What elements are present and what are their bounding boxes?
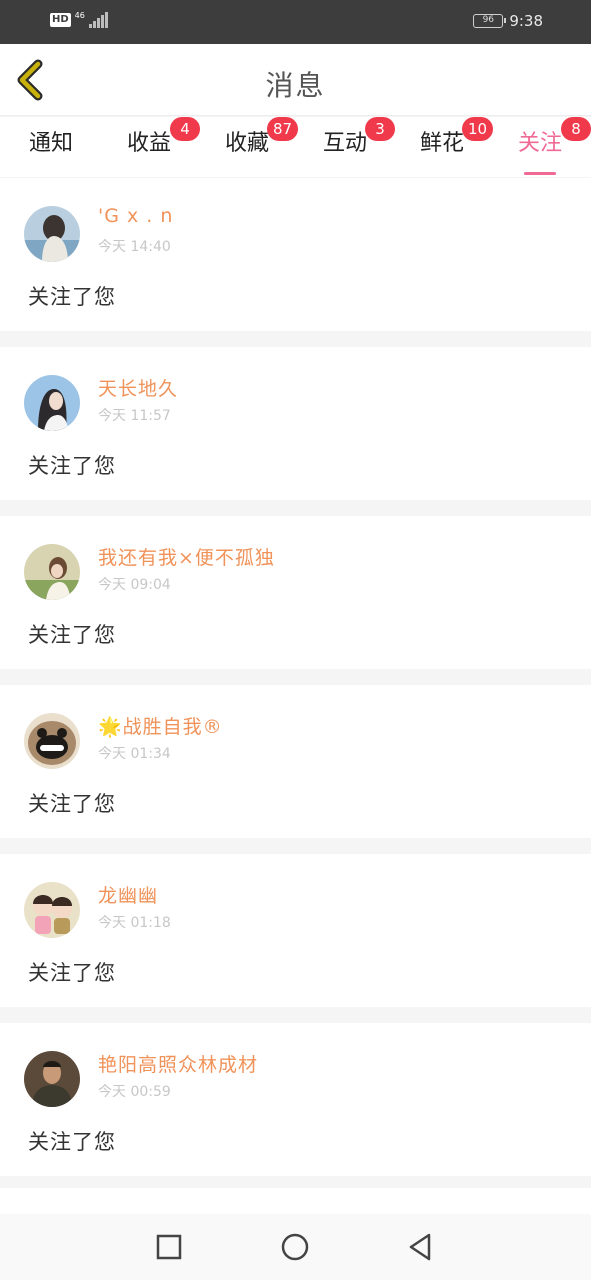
notification-card-partial <box>0 1188 591 1214</box>
notification-text: 关注了您 <box>28 961 116 985</box>
recent-apps-button[interactable] <box>153 1231 185 1263</box>
count-badge: 10 <box>462 117 494 141</box>
timestamp: 今天 01:34 <box>98 746 171 762</box>
avatar-photo-icon <box>24 375 80 431</box>
avatar-cartoon-icon <box>24 882 80 938</box>
notification-text: 关注了您 <box>28 454 116 478</box>
notification-card[interactable]: 我还有我×便不孤独 今天 09:04 关注了您 <box>0 516 591 669</box>
count-badge: 87 <box>267 117 299 141</box>
tab-bar: 通知 收益 4 收藏 87 互动 3 鲜花 10 关注 8 <box>0 117 591 177</box>
notification-card[interactable]: 'G x . n 今天 14:40 关注了您 <box>0 178 591 331</box>
username[interactable]: 'G x . n <box>98 205 173 227</box>
timestamp: 今天 11:57 <box>98 408 171 424</box>
hd-icon: HD <box>50 13 71 27</box>
timestamp: 今天 00:59 <box>98 1084 171 1100</box>
active-tab-indicator <box>524 172 556 175</box>
avatar[interactable] <box>24 206 80 262</box>
timestamp: 今天 09:04 <box>98 577 171 593</box>
username[interactable]: 天长地久 <box>98 374 178 401</box>
notification-card[interactable]: 🌟战胜自我® 今天 01:34 关注了您 <box>0 685 591 838</box>
square-icon <box>156 1234 182 1260</box>
tab-following[interactable]: 关注 8 <box>500 117 591 177</box>
count-badge: 3 <box>365 117 395 141</box>
tab-flowers[interactable]: 鲜花 10 <box>402 117 494 177</box>
count-badge: 8 <box>561 117 591 141</box>
avatar[interactable] <box>24 882 80 938</box>
avatar-pug-icon <box>24 713 80 769</box>
home-button[interactable] <box>279 1231 311 1263</box>
username[interactable]: 🌟战胜自我® <box>98 712 223 739</box>
page-title: 消息 <box>265 69 326 102</box>
notification-text: 关注了您 <box>28 623 116 647</box>
top-bar: 消息 <box>0 44 591 116</box>
tab-favorites[interactable]: 收藏 87 <box>207 117 299 177</box>
avatar[interactable] <box>24 544 80 600</box>
notification-text: 关注了您 <box>28 792 116 816</box>
triangle-back-icon <box>409 1233 431 1261</box>
avatar-photo-icon <box>24 1051 80 1107</box>
avatar-photo-icon <box>24 206 80 262</box>
network-type: 46 <box>74 10 85 20</box>
signal-icon <box>88 12 108 28</box>
avatar[interactable] <box>24 1051 80 1107</box>
tab-interactions[interactable]: 互动 3 <box>305 117 395 177</box>
tab-label: 通知 <box>28 131 73 156</box>
avatar-photo-icon <box>24 544 80 600</box>
avatar[interactable] <box>24 713 80 769</box>
system-nav-bar <box>0 1214 591 1280</box>
username[interactable]: 我还有我×便不孤独 <box>98 543 275 570</box>
tab-notice[interactable]: 通知 <box>11 127 91 177</box>
clock: 9:38 <box>509 12 543 30</box>
timestamp: 今天 14:40 <box>98 239 171 255</box>
battery-icon: 96 <box>473 14 507 28</box>
username[interactable]: 艳阳高照众林成材 <box>98 1050 258 1077</box>
count-badge: 4 <box>170 117 200 141</box>
notification-card[interactable]: 天长地久 今天 11:57 关注了您 <box>0 347 591 500</box>
back-nav-button[interactable] <box>404 1231 436 1263</box>
status-bar: HD 46 96 9:38 <box>0 0 591 44</box>
status-right: 96 9:38 <box>473 12 543 30</box>
username[interactable]: 龙幽幽 <box>98 881 158 908</box>
notification-card[interactable]: 龙幽幽 今天 01:18 关注了您 <box>0 854 591 1007</box>
timestamp: 今天 01:18 <box>98 915 171 931</box>
notification-text: 关注了您 <box>28 1130 116 1154</box>
circle-icon <box>281 1233 309 1261</box>
status-left: HD 46 <box>50 10 108 28</box>
notification-text: 关注了您 <box>28 285 116 309</box>
tab-earnings[interactable]: 收益 4 <box>109 117 200 177</box>
notification-card[interactable]: 艳阳高照众林成材 今天 00:59 关注了您 <box>0 1023 591 1176</box>
avatar[interactable] <box>24 375 80 431</box>
